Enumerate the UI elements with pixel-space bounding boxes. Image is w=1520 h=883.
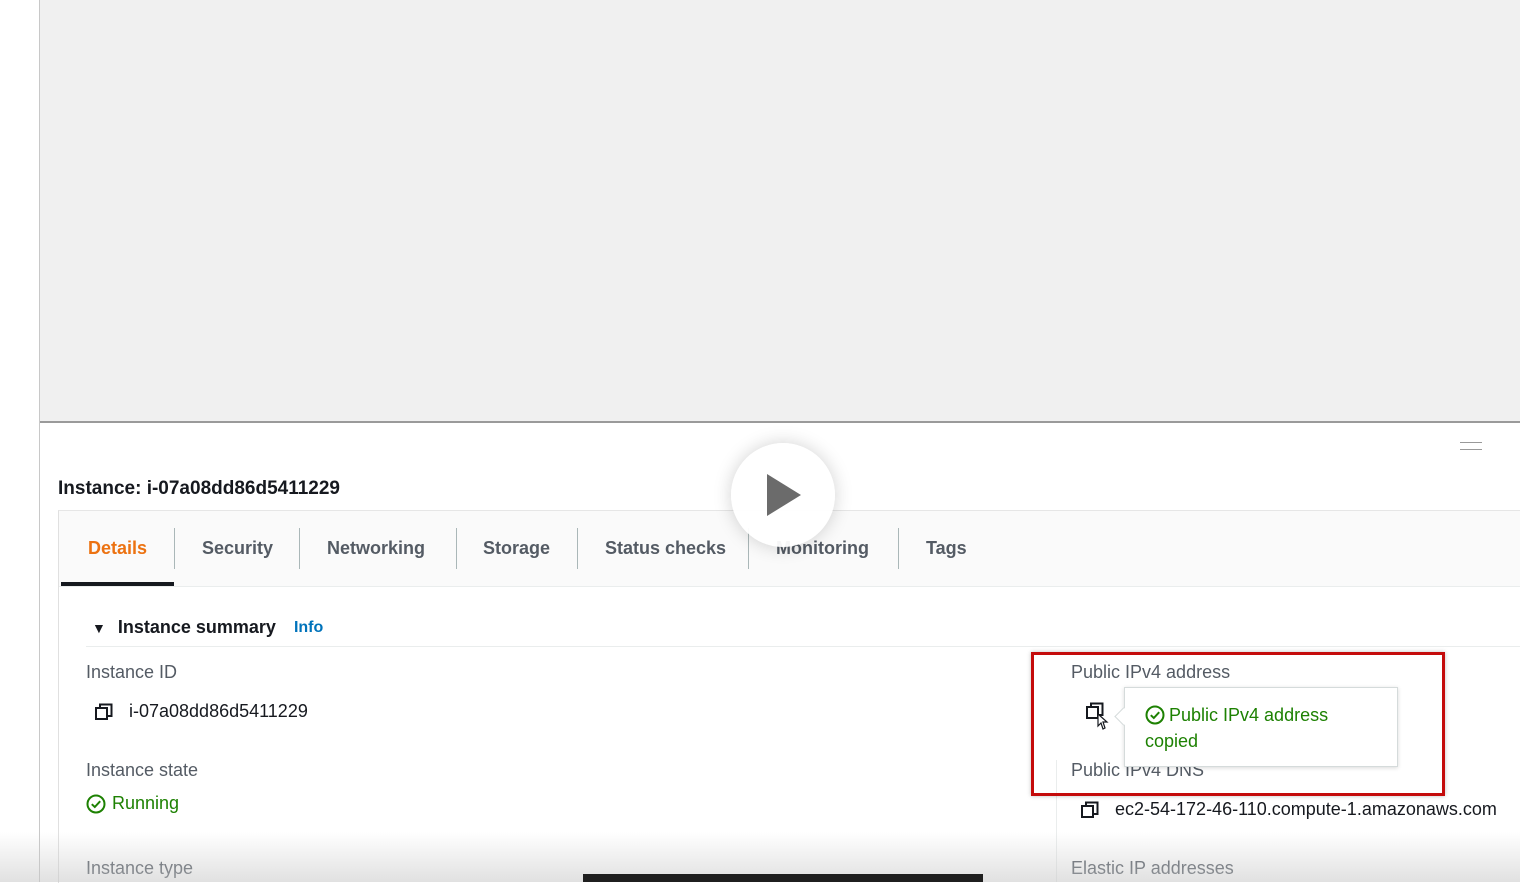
section-header-instance-summary[interactable]: ▼ Instance summary Info bbox=[92, 617, 323, 638]
copy-icon[interactable] bbox=[95, 703, 113, 721]
instance-state-value: Running bbox=[86, 793, 179, 814]
tab-separator bbox=[577, 528, 578, 569]
dns-text: ec2-54-172-46-110.compute-1.amazonaws.co… bbox=[1115, 799, 1497, 819]
instance-id-text: i-07a08dd86d5411229 bbox=[129, 701, 308, 721]
info-link[interactable]: Info bbox=[294, 619, 323, 637]
instance-state-text: Running bbox=[112, 793, 180, 813]
play-icon bbox=[767, 474, 801, 516]
tab-tags[interactable]: Tags bbox=[926, 511, 967, 586]
tab-status-checks[interactable]: Status checks bbox=[605, 511, 726, 586]
tab-networking[interactable]: Networking bbox=[327, 511, 425, 586]
tab-separator bbox=[456, 528, 457, 569]
left-sidebar-edge bbox=[0, 0, 40, 882]
instance-id-value: i-07a08dd86d5411229 bbox=[95, 701, 308, 722]
check-circle-icon bbox=[86, 794, 106, 813]
tab-details[interactable]: Details bbox=[88, 511, 147, 586]
instance-state-label: Instance state bbox=[86, 760, 199, 780]
tab-separator bbox=[299, 528, 300, 569]
copy-icon[interactable] bbox=[1081, 801, 1099, 819]
instance-id-label: Instance ID bbox=[86, 662, 178, 682]
instance-type-label: Instance type bbox=[86, 858, 194, 878]
tab-separator bbox=[898, 528, 899, 569]
play-button[interactable] bbox=[731, 443, 835, 547]
panel-title: Instance: i-07a08dd86d5411229 bbox=[58, 478, 341, 499]
instances-list-area bbox=[40, 0, 1520, 423]
panel-resize-handle[interactable] bbox=[1460, 442, 1482, 450]
video-progress-bar[interactable] bbox=[583, 874, 983, 882]
active-tab-indicator bbox=[61, 582, 174, 586]
highlight-annotation-box bbox=[1031, 652, 1445, 796]
tab-separator bbox=[174, 528, 175, 569]
section-title: Instance summary bbox=[117, 617, 276, 637]
tab-security[interactable]: Security bbox=[202, 511, 273, 586]
elastic-ip-label: Elastic IP addresses bbox=[1071, 858, 1234, 878]
caret-down-icon[interactable]: ▼ bbox=[92, 620, 106, 636]
tab-storage[interactable]: Storage bbox=[483, 511, 550, 586]
public-ipv4-dns-value: ec2-54-172-46-110.compute-1.amazonaws.co… bbox=[1081, 799, 1497, 820]
section-divider bbox=[86, 646, 1520, 647]
